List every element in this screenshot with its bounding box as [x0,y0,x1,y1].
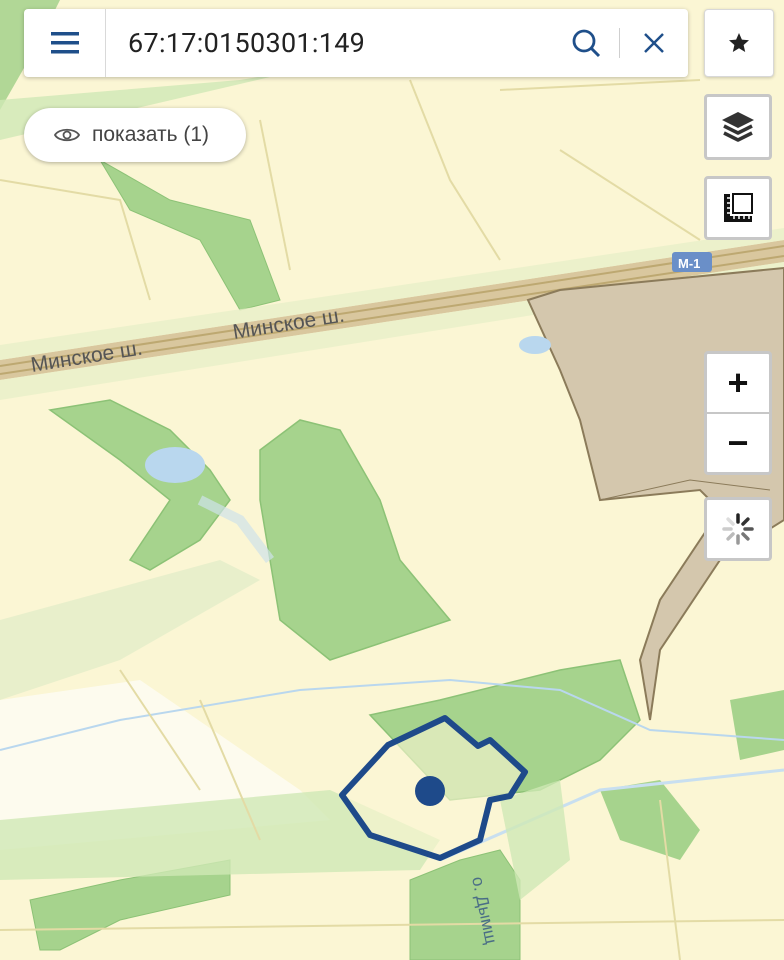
show-results-button[interactable]: показать (1) [24,108,246,162]
locate-button[interactable] [704,497,772,561]
search-button[interactable] [553,9,619,77]
clear-button[interactable] [620,9,688,77]
search-input[interactable] [106,9,553,77]
menu-icon [50,32,79,54]
lake [145,447,205,483]
layers-button[interactable] [704,94,772,160]
eye-icon [54,128,80,142]
zoom-in-button[interactable]: + [707,354,769,412]
ruler-icon [724,193,753,222]
star-icon [729,33,749,52]
favorite-button[interactable] [704,9,774,77]
show-results-label: показать (1) [92,123,210,146]
svg-text:М-1: М-1 [678,256,700,271]
layers-icon [722,112,754,142]
menu-button[interactable] [24,9,106,77]
pond [519,336,551,354]
zoom-out-button[interactable]: − [707,414,769,472]
measure-button[interactable] [704,176,772,240]
parcel-center-marker [415,776,445,806]
highway-badge: М-1 [672,252,712,272]
spinner-icon [722,513,754,545]
zoom-controls: + − [704,351,772,475]
search-icon [572,29,601,58]
close-icon [644,33,664,53]
search-bar [24,9,688,77]
